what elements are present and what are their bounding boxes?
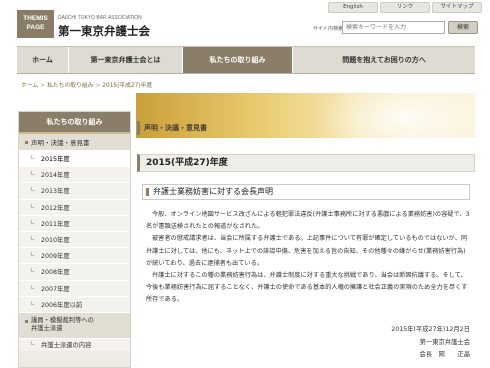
breadcrumb-separator: >	[40, 83, 46, 89]
statement-date: 2015年(平成27年)12月2日	[391, 326, 470, 333]
sidebar-item-2013[interactable]: 2013年度	[19, 183, 130, 200]
paragraph-2: 被害者の懲戒請求者は、当会に所属する弁護士である。上記事件について有罪が確定して…	[146, 235, 468, 267]
breadcrumb-activities[interactable]: 私たちの取り組み	[47, 83, 93, 89]
paragraph-1: 今般、オンライン地図サービス改ざんによる軽犯罪法違反(弁護士事務所に対する悪戯に…	[146, 211, 470, 231]
sidebar-item-2006-earlier[interactable]: 2006年度以前	[19, 296, 130, 313]
org-english-name: DAIICHI TOKYO BAR ASSOCIATION	[58, 15, 142, 21]
sidebar-item-2009[interactable]: 2009年度	[19, 248, 130, 265]
nav-home[interactable]: ホーム	[17, 47, 69, 73]
article-title: 弁護士業務妨害に対する会長声明	[142, 184, 470, 200]
sidebar-item-2008[interactable]: 2008年度	[19, 264, 130, 281]
links-link[interactable]: リンク	[380, 2, 430, 13]
section-heading: 声明・決議・意見書	[137, 121, 475, 135]
bullet-icon	[25, 319, 28, 323]
sidebar-category-dispatch[interactable]: 議員・模擬裁判等への 弁護士派遣	[19, 312, 130, 339]
sidebar-item-2010[interactable]: 2010年度	[19, 231, 130, 249]
sidebar-item-2007[interactable]: 2007年度	[19, 280, 130, 297]
sidebar-item-2011[interactable]: 2011年度	[19, 215, 130, 232]
sidebar-heading: 私たちの取り組み	[19, 112, 130, 134]
paragraph-3: 弁護士に対するこの種の業務妨害行為は、弁護士制度に対する重大な挑戦であり、当会は…	[146, 272, 468, 304]
year-title: 2015(平成27)年度	[137, 154, 475, 172]
site-search-input[interactable]	[342, 21, 445, 34]
breadcrumb: ホーム > 私たちの取り組み >2015(平成27)年度	[21, 80, 152, 89]
sidebar-item-2015[interactable]: 2015年度	[19, 151, 130, 168]
search-button[interactable]: 検索	[448, 21, 478, 34]
signer-organization: 第一東京弁護士会	[419, 339, 470, 346]
themis-page-logo[interactable]: THEMIS PAGE	[17, 10, 54, 38]
article-body: 今般、オンライン地図サービス改ざんによる軽犯罪法違反(弁護士事務所に対する悪戯に…	[146, 209, 470, 307]
sitemap-link[interactable]: サイトマップ	[432, 2, 482, 13]
signer-name: 会長 岡 正晶	[419, 351, 470, 358]
sidebar-category2-text: 議員・模擬裁判等への 弁護士派遣	[31, 317, 94, 334]
sidebar-category-label: 声明・決議・意見書	[31, 139, 90, 147]
english-link[interactable]: English	[328, 2, 378, 13]
sidebar: 私たちの取り組み 声明・決議・意見書 2015年度 2014年度 2013年度 …	[18, 111, 131, 368]
nav-activities[interactable]: 私たちの取り組み	[183, 47, 293, 73]
logo-line-1: THEMIS	[23, 15, 48, 22]
nav-about[interactable]: 第一東京弁護士会とは	[69, 47, 183, 73]
org-japanese-name[interactable]: 第一東京弁護士会	[58, 23, 150, 39]
breadcrumb-home[interactable]: ホーム	[21, 83, 38, 89]
sidebar-item-2014[interactable]: 2014年度	[19, 167, 130, 184]
sidebar-item-2012[interactable]: 2012年度	[19, 199, 130, 216]
sidebar-item-dispatch-content[interactable]: 弁護士派遣の内容	[19, 338, 130, 351]
global-nav: ホーム 第一東京弁護士会とは 私たちの取り組み 問題を抱えてお困りの方へ	[17, 46, 475, 74]
sidebar-category-statements[interactable]: 声明・決議・意見書	[19, 134, 130, 151]
breadcrumb-separator: >	[95, 83, 101, 89]
sidebar-category2-line-2: 弁護士派遣	[31, 325, 63, 333]
nav-help[interactable]: 問題を抱えてお困りの方へ	[293, 47, 475, 73]
site-search-label: サイト内検索	[313, 26, 344, 32]
logo-line-2: PAGE	[26, 24, 45, 31]
breadcrumb-current: 2015(平成27)年度	[102, 83, 153, 89]
bullet-icon	[25, 140, 28, 144]
